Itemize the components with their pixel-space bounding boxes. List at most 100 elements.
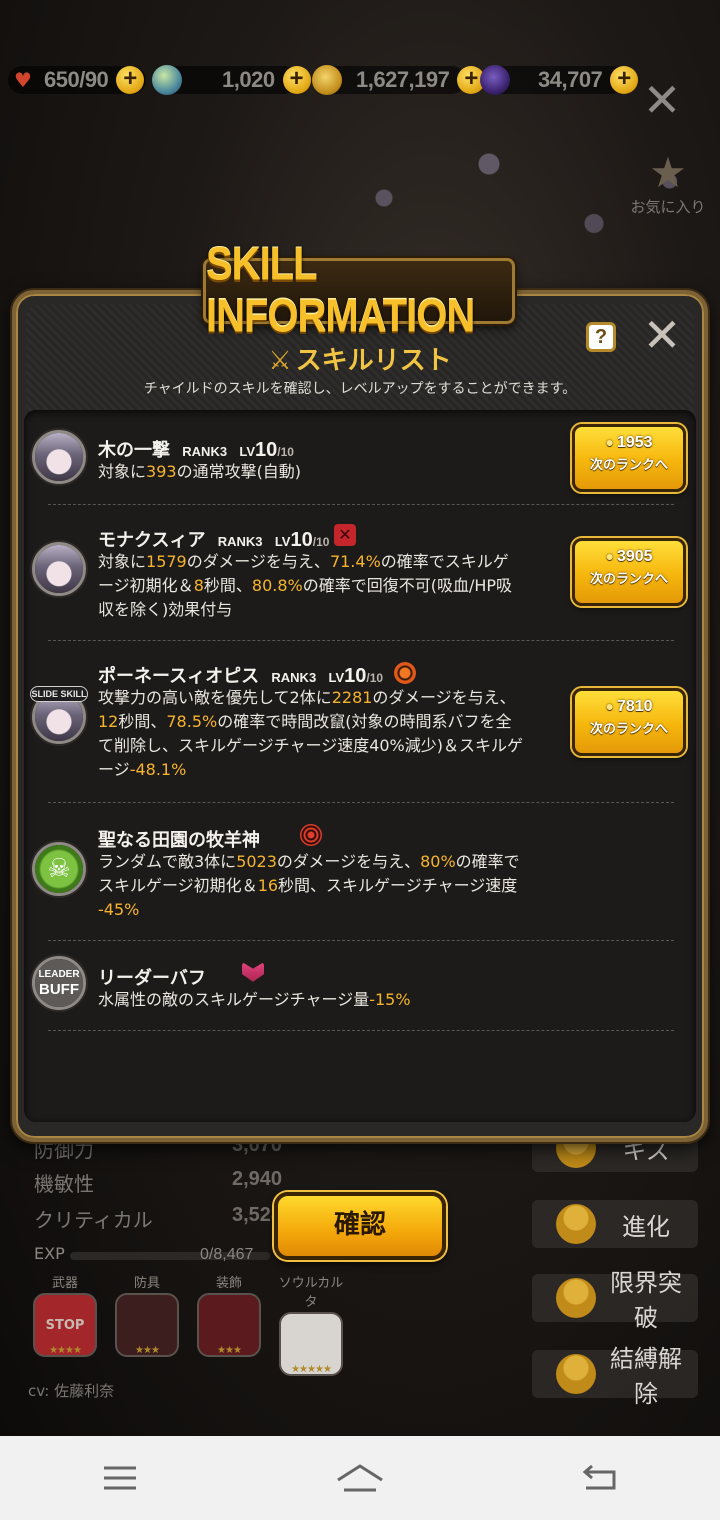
gems-value: 1,020	[222, 67, 275, 92]
next-rank-label: 次のランクへ	[589, 572, 668, 587]
description-text: 秒間、スキルゲージチャージ速度	[278, 876, 518, 895]
equip-stars: ★★★	[217, 1345, 242, 1356]
star-icon: ★	[649, 148, 687, 197]
skill-description: -45%	[98, 898, 139, 922]
description-text: の確率でスキルゲ	[380, 552, 509, 571]
next-rank-label: 次のランクへ	[589, 722, 668, 737]
skill-rank: RANK3	[182, 444, 228, 459]
description-text: ージ	[98, 760, 130, 779]
description-text: ージ初期化＆	[98, 576, 194, 595]
equip-accessory[interactable]: 装飾 ★★★	[194, 1272, 264, 1357]
description-text: スキルゲージ初期化＆	[98, 876, 258, 895]
skill-level: 10	[255, 439, 278, 461]
highlighted-value: -45%	[98, 900, 140, 919]
gold-coin-icon: ●	[605, 548, 614, 564]
highlighted-value: 8	[193, 576, 204, 595]
skill-level: 10	[290, 529, 313, 551]
evolve-label: 進化	[622, 1212, 670, 1241]
description-text: のダメージを与え、	[372, 688, 516, 707]
background-close-icon[interactable]: ✕	[640, 77, 684, 124]
description-text: 対象に	[98, 552, 147, 571]
soul-plus-button[interactable]: +	[610, 66, 639, 94]
gold-coin-icon: ●	[605, 698, 614, 714]
skill-rank: RANK3	[271, 670, 317, 685]
next-rank-button[interactable]: ● 7810 次のランクへ	[572, 688, 686, 756]
soul-value: 34,707	[538, 67, 603, 92]
skill-description: 水属性の敵のスキルゲージチャージ量-15%	[98, 988, 411, 1012]
skill-description: 12秒間、78.5%の確率で時間改竄(対象の時間系バフを全	[98, 710, 511, 734]
system-nav-bar	[0, 1436, 720, 1520]
heart-icon: ♥	[14, 68, 32, 92]
skill-divider	[48, 504, 674, 505]
favorite-button[interactable]: ★ お気に入り	[626, 150, 710, 217]
rank-up-cost: 7810	[616, 698, 653, 715]
equip-label: 装飾	[215, 1276, 242, 1291]
skill-divider	[48, 1030, 674, 1031]
description-text: 秒間、	[118, 712, 167, 731]
next-rank-button[interactable]: ● 3905 次のランクへ	[572, 538, 686, 606]
unbind-button[interactable]: 結縛解除	[532, 1345, 698, 1408]
skill-list-heading-text: スキルリスト	[295, 346, 452, 376]
exp-value: 0/8,467	[200, 1246, 254, 1263]
description-text: て削除し、スキルゲージチャージ速度40%減少)＆スキルゲ	[98, 736, 524, 755]
evolve-button[interactable]: 進化	[532, 1200, 698, 1248]
stat-value: 2,940	[232, 1168, 283, 1190]
equip-weapon[interactable]: 武器 STOP ★★★★	[30, 1272, 100, 1357]
skill-description: ージ-48.1%	[98, 758, 186, 782]
skill-name-row: モナクスィア RANK3 LV10/10	[98, 526, 329, 552]
highlighted-value: 5023	[236, 852, 277, 871]
gold-resource: 1,627,197 +	[312, 58, 486, 102]
stamina-resource: ♥ 650/90 +	[8, 58, 146, 102]
leader-icon-text: LEADER	[38, 969, 80, 980]
gems-plus-button[interactable]: +	[282, 66, 311, 94]
highlighted-value: -48.1%	[129, 760, 187, 779]
description-text: 水属性の敵のスキルゲージチャージ量	[98, 990, 370, 1009]
skill-level-max: /10	[277, 445, 294, 459]
skill-level: 10	[344, 665, 367, 687]
highlighted-value: -15%	[369, 990, 411, 1009]
voice-actor-label: cv: 佐藤利奈	[28, 1382, 115, 1400]
highlighted-value: 1579	[146, 552, 187, 571]
confirm-button[interactable]: 確認	[274, 1192, 446, 1260]
favorite-label: お気に入り	[630, 198, 706, 216]
skill-name: 聖なる田園の牧羊神	[98, 830, 260, 851]
description-text: 攻撃力の高い敵を優先して2体に	[98, 688, 332, 707]
skill-list-heading: ⚔ スキルリスト	[0, 340, 720, 377]
skill-name: ポーネースィオピス	[98, 666, 260, 687]
heal-block-icon: ✕	[334, 524, 356, 546]
home-nav-button[interactable]	[320, 1448, 400, 1508]
home-icon	[337, 1464, 383, 1492]
unbind-icon	[556, 1354, 596, 1394]
modal-title-banner: SKILL INFORMATION	[203, 239, 515, 342]
description-text: 秒間、	[203, 576, 252, 595]
skill-name-row: 木の一撃 RANK3 LV10/10	[98, 436, 294, 462]
soul-resource: 34,707 +	[480, 58, 639, 102]
skill-lv-label: LV	[239, 444, 256, 459]
description-text: 対象に	[98, 462, 147, 481]
limit-break-button[interactable]: 限界突破	[532, 1269, 698, 1332]
skill-divider	[48, 640, 674, 641]
modal-title: SKILL INFORMATION	[206, 239, 475, 342]
time-tamper-icon	[394, 662, 416, 684]
next-rank-button[interactable]: ● 1953 次のランクへ	[572, 424, 686, 492]
description-text: のダメージを与え、	[186, 552, 330, 571]
description-text: の確率で時間改竄(対象の時間系バフを全	[217, 712, 512, 731]
skill-name: リーダーバフ	[98, 968, 206, 989]
skill-description: ージ初期化＆8秒間、80.8%の確率で回復不可(吸血/HP吸	[98, 574, 512, 598]
skill-name: モナクスィア	[98, 530, 206, 551]
description-text: の確率で	[455, 852, 520, 871]
equip-stars: ★★★★★	[291, 1364, 332, 1375]
stat-label: クリティカル	[34, 1208, 153, 1232]
gold-coin-icon	[312, 65, 342, 95]
equip-soul-card[interactable]: ソウルカルタ ★★★★★	[276, 1272, 346, 1376]
skill-rank: RANK3	[217, 534, 263, 549]
skill-level-max: /10	[312, 535, 330, 549]
target-icon	[300, 824, 322, 846]
description-text: 収を除く)効果付与	[98, 600, 233, 619]
menu-nav-button[interactable]	[80, 1448, 160, 1508]
equip-armor[interactable]: 防具 ★★★	[112, 1272, 182, 1357]
limit-break-icon	[556, 1278, 596, 1318]
back-nav-button[interactable]	[560, 1448, 640, 1508]
exp-label: EXP	[34, 1244, 65, 1263]
evolve-icon	[556, 1204, 596, 1244]
